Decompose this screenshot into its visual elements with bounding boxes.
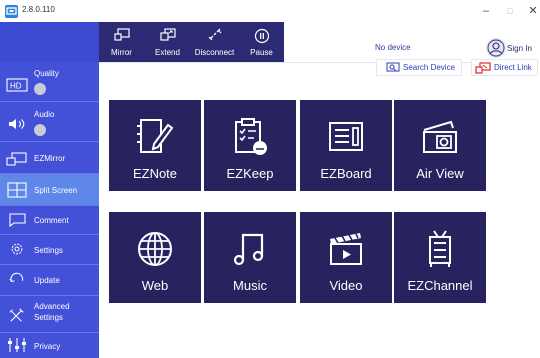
tile-label: Web [141, 278, 169, 293]
sidebar-item-label: Advanced Settings [34, 302, 70, 322]
tools-icon [9, 308, 24, 322]
sign-in-label: Sign In [507, 44, 532, 53]
sidebar-item-privacy[interactable]: Privacy [0, 333, 99, 358]
direct-link-button[interactable]: Direct Link [471, 59, 538, 76]
tile-ezchannel[interactable]: EZChannel [394, 212, 486, 303]
tv-channel-icon [429, 230, 451, 267]
privacy-icon [8, 338, 26, 352]
pause-icon [254, 28, 269, 44]
sidebar-item-label: Settings [34, 246, 63, 255]
maximize-button[interactable]: □ [502, 3, 518, 19]
toolbar: Mirror Extend Disconnect Pause [99, 22, 284, 62]
sidebar-item-audio[interactable]: Audio [0, 102, 99, 142]
app-version: 2.8.0.110 [22, 5, 55, 14]
disconnect-icon [208, 28, 221, 41]
mirror-button[interactable]: Mirror [99, 22, 144, 62]
clipboard-cloud-icon [235, 118, 267, 155]
tile-label: Music [233, 278, 267, 293]
close-button[interactable]: ✕ [525, 3, 540, 19]
device-status: No device [375, 43, 411, 52]
sidebar-item-comment[interactable]: Comment [0, 206, 99, 235]
music-note-icon [233, 233, 264, 266]
refresh-icon [9, 272, 24, 283]
tile-eznote[interactable]: EZNote [109, 100, 201, 191]
search-device-label: Search Device [403, 63, 456, 72]
extend-label: Extend [155, 48, 180, 57]
title-bar: 2.8.0.110 – □ ✕ [0, 0, 540, 22]
tile-air-view[interactable]: Air View [394, 100, 486, 191]
tile-web[interactable]: Web [109, 212, 201, 303]
sidebar-item-label: Split Screen [34, 186, 78, 195]
sidebar-item-quality[interactable]: HD Quality [0, 62, 99, 102]
tile-label: EZNote [132, 166, 178, 181]
ezmirror-icon [6, 152, 27, 166]
sidebar-item-ezmirror[interactable]: EZMirror [0, 142, 99, 174]
sidebar-item-label: Privacy [34, 342, 61, 351]
notebook-pen-icon [137, 119, 174, 153]
quality-toggle[interactable] [34, 83, 46, 95]
disconnect-button[interactable]: Disconnect [191, 22, 238, 62]
sidebar-item-label: Comment [34, 216, 69, 225]
disconnect-label: Disconnect [194, 48, 235, 57]
sign-in-button[interactable]: Sign In [486, 38, 538, 60]
direct-link-icon [475, 62, 491, 74]
extend-icon [159, 28, 176, 41]
tile-music[interactable]: Music [204, 212, 296, 303]
sidebar: HD Quality Audio EZMirror Split Screen C… [0, 22, 99, 358]
tile-ezkeep[interactable]: EZKeep [204, 100, 296, 191]
hd-icon: HD [6, 78, 28, 92]
app-window: 2.8.0.110 – □ ✕ Mirror Extend Disconnect… [0, 0, 540, 358]
minimize-button[interactable]: – [478, 3, 494, 19]
user-icon [486, 38, 506, 58]
speaker-icon [9, 119, 25, 129]
tile-video[interactable]: Video [300, 212, 392, 303]
audio-toggle[interactable] [34, 124, 46, 136]
pause-label: Pause [250, 48, 273, 57]
direct-link-label: Direct Link [494, 63, 532, 72]
sidebar-item-label: Update [34, 276, 60, 285]
sidebar-header [0, 22, 99, 62]
sidebar-item-label: Quality [34, 69, 59, 78]
split-screen-icon [7, 182, 27, 198]
sidebar-item-label: EZMirror [34, 154, 66, 163]
mirror-icon [113, 28, 130, 41]
extend-button[interactable]: Extend [145, 22, 190, 62]
app-logo-icon [5, 5, 18, 18]
sidebar-item-settings[interactable]: Settings [0, 235, 99, 265]
comment-icon [9, 213, 26, 228]
camera-screen-icon [423, 120, 457, 153]
whiteboard-icon [329, 122, 363, 151]
mirror-label: Mirror [111, 48, 132, 57]
tile-label: Air View [416, 166, 464, 181]
svg-text:HD: HD [10, 82, 22, 91]
sidebar-item-label: Audio [34, 110, 55, 119]
tile-label: EZKeep [226, 166, 274, 181]
gear-icon [11, 243, 23, 255]
tile-label: EZBoard [320, 166, 372, 181]
tile-label: EZChannel [407, 278, 473, 293]
tile-ezboard[interactable]: EZBoard [300, 100, 392, 191]
globe-icon [138, 232, 172, 266]
sidebar-item-advanced-settings[interactable]: Advanced Settings [0, 296, 99, 333]
search-device-button[interactable]: Search Device [376, 59, 462, 76]
clapperboard-icon [330, 233, 362, 265]
tile-label: Video [329, 278, 363, 293]
sidebar-item-update[interactable]: Update [0, 265, 99, 296]
search-device-icon [386, 62, 400, 72]
sidebar-item-split-screen[interactable]: Split Screen [0, 174, 99, 206]
pause-button[interactable]: Pause [239, 22, 284, 62]
